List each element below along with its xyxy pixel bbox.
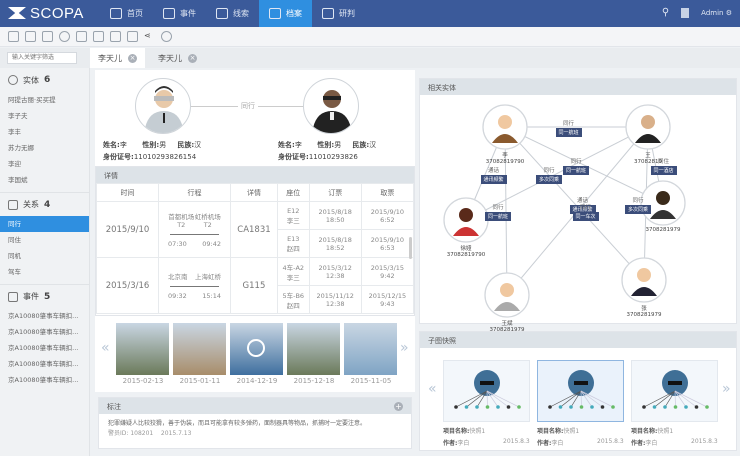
node-name: 王斌	[501, 321, 513, 327]
snapshot-name: 项目名称:快照1	[443, 428, 486, 435]
snapshot-date: 2015.8.3	[597, 438, 624, 445]
snapshot-name: 项目名称:快照1	[537, 428, 580, 435]
edge-label: 同行	[543, 167, 555, 174]
node-name: 李	[502, 153, 508, 159]
node-label: 王 37082819	[634, 151, 662, 165]
edge-label: 同行	[492, 205, 504, 211]
graph-node[interactable]	[482, 104, 528, 150]
graph-node[interactable]	[640, 180, 686, 226]
node-label: 张 3708281979	[627, 304, 662, 318]
edge-tag[interactable]: 同一航班	[555, 128, 582, 137]
snapshot-date: 2015.8.3	[691, 438, 718, 445]
snapshot-author: 作者:李白	[443, 440, 470, 447]
edge-tag[interactable]: 多次同乘	[624, 204, 652, 214]
node-name: 徐娅	[460, 246, 472, 252]
node-label: 李 37082819790	[486, 151, 525, 165]
node-label: 3708281979	[646, 227, 681, 233]
edge-label: 同行	[570, 159, 582, 165]
graph-node[interactable]	[621, 257, 667, 303]
node-name: 张	[641, 306, 647, 312]
snapshot-card[interactable]	[631, 360, 718, 422]
edge-tag[interactable]: 多次同乘	[535, 174, 563, 184]
snapshot-author: 作者:李白	[537, 440, 564, 447]
node-name: 王	[645, 153, 651, 159]
next-icon[interactable]: »	[722, 381, 731, 397]
edge-label: 通话	[487, 167, 500, 174]
edge-tag[interactable]: 同一车次	[572, 212, 599, 221]
edge-tag[interactable]: 同一酒店	[650, 166, 677, 175]
edge-label: 同行	[579, 205, 592, 211]
graph-node[interactable]	[484, 272, 530, 318]
snapshot-card[interactable]	[443, 360, 530, 422]
node-id: 37082819790	[485, 159, 525, 165]
node-id: 37082819	[634, 159, 662, 165]
graph-node[interactable]	[625, 104, 671, 150]
node-label: 徐娅 37082819790	[447, 244, 486, 258]
edge-tag[interactable]: 同一航班	[484, 212, 512, 221]
snapshot-card[interactable]	[537, 360, 624, 422]
node-id: 3708281979	[626, 312, 662, 318]
snapshot-author: 作者:李白	[631, 440, 658, 447]
node-id: 37082819790	[446, 252, 486, 258]
graph-edge[interactable]	[504, 126, 645, 281]
edge-tag[interactable]: 同一航班	[562, 166, 590, 175]
edge-label: 同行	[632, 197, 644, 204]
node-id: 3708281979	[645, 227, 681, 233]
snapshot-date: 2015.8.3	[503, 438, 530, 445]
snapshot-title: 子图快照	[420, 332, 736, 348]
snapshot-name: 项目名称:快照1	[631, 428, 674, 435]
edge-tag[interactable]: 通讯频繁	[480, 174, 507, 184]
edge-label: 同行	[562, 121, 575, 127]
graph-node[interactable]	[443, 197, 489, 243]
prev-icon[interactable]: «	[428, 381, 437, 397]
